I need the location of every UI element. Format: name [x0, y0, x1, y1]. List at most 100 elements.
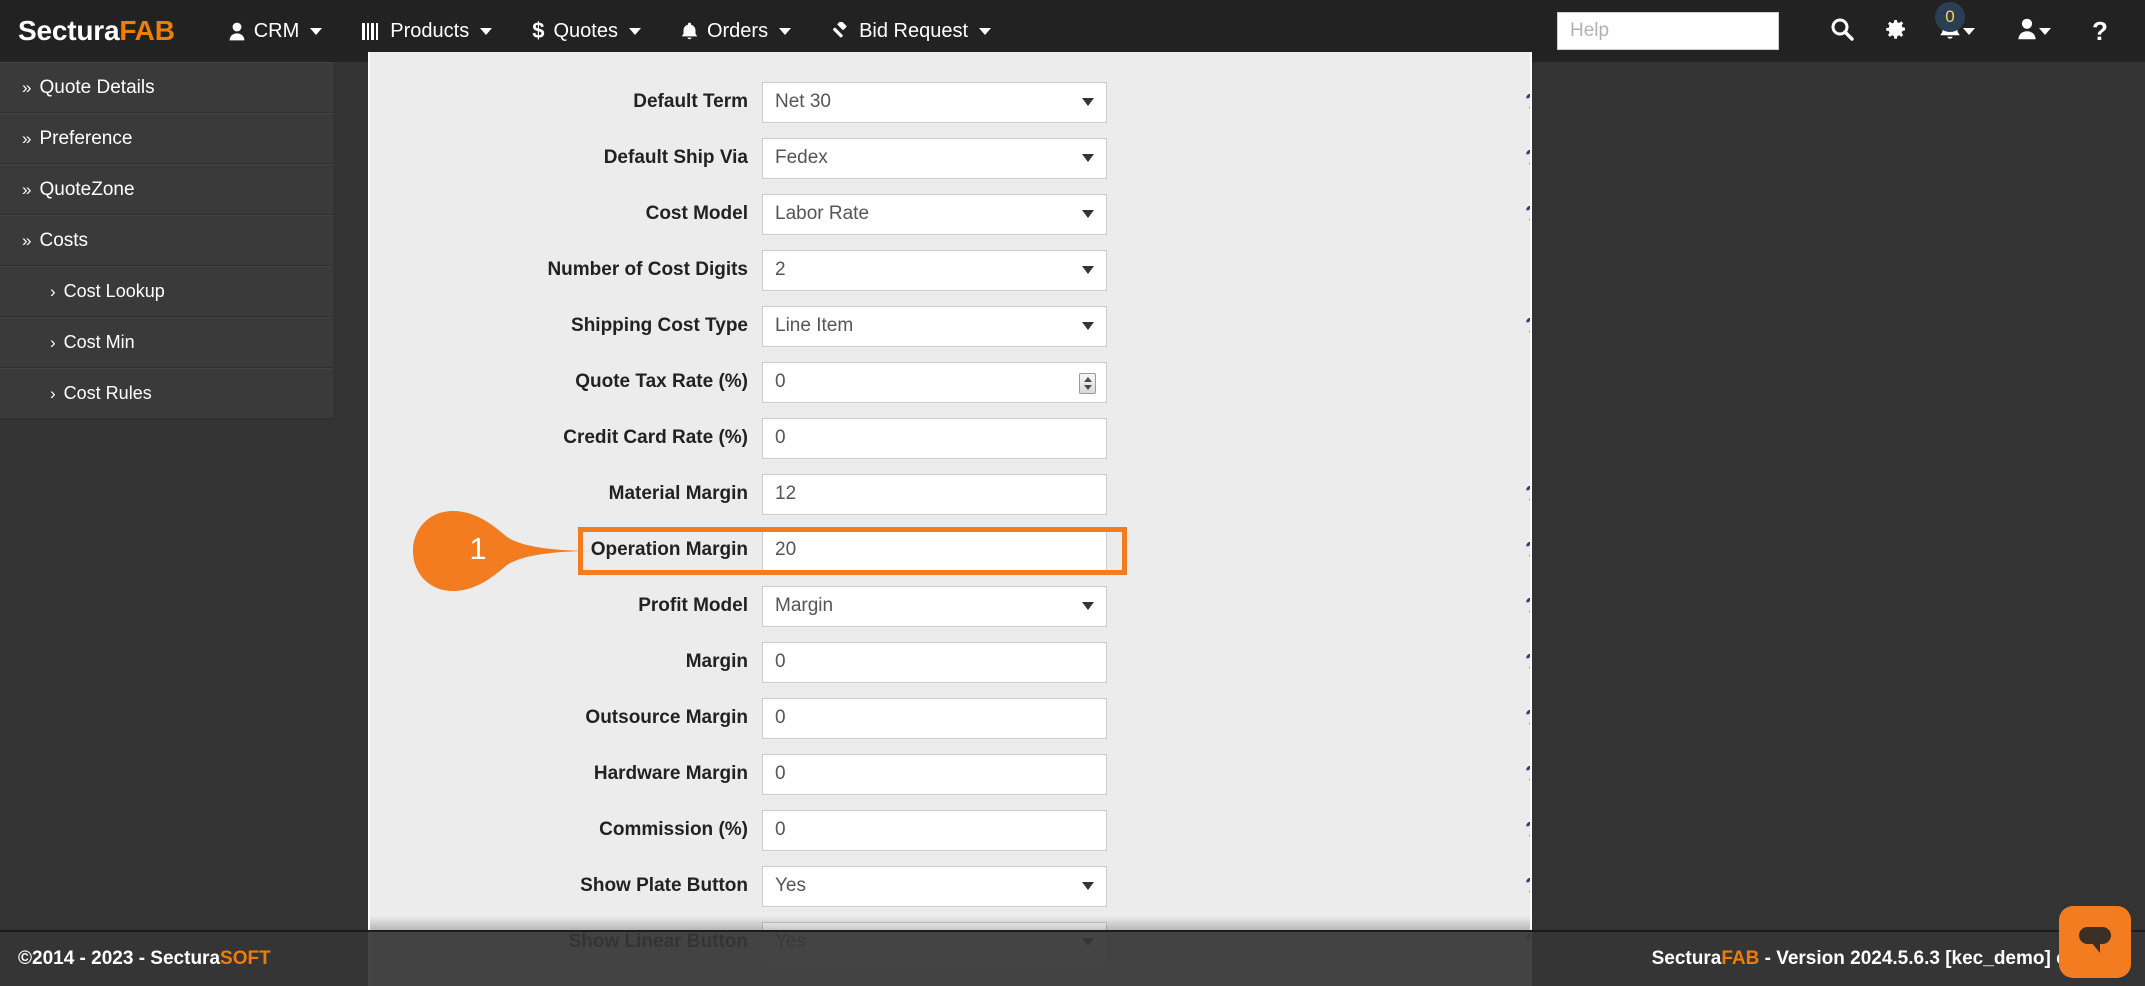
help-icon-hardware-margin[interactable]: ? [1525, 761, 1530, 787]
input-hardware-margin[interactable]: 0 [762, 753, 1107, 795]
sidebar-item-label: Cost Min [63, 332, 135, 352]
select-shipping-cost-type[interactable]: Line Item [762, 305, 1107, 347]
help-icon-default-term[interactable]: ? [1525, 89, 1530, 115]
user-icon [2017, 18, 2037, 45]
nav-item-label: Products [390, 19, 470, 42]
field-control-operation-margin: 20 [762, 529, 1107, 571]
form-row-number-of-cost-digits: Number of Cost Digits 2 [370, 242, 1530, 298]
form-row-show-plate-button: Show Plate Button Yes? [370, 858, 1530, 914]
notifications-button[interactable]: 0 [1923, 0, 1995, 62]
bell-icon [681, 22, 698, 41]
chevron-down-icon [1082, 154, 1094, 162]
sidebar-item-preference[interactable]: » Preference [0, 113, 333, 164]
select-value: Margin [775, 595, 834, 616]
barcode-icon [362, 22, 381, 40]
help-search-input[interactable] [1557, 12, 1779, 50]
select-profit-model[interactable]: Margin [762, 585, 1107, 627]
footer-soft-text: SOFT [220, 948, 271, 969]
double-chevron-right-icon: » [22, 179, 32, 199]
select-value: Yes [775, 875, 806, 896]
form-row-shipping-cost-type: Shipping Cost Type Line Item? [370, 298, 1530, 354]
select-default-term[interactable]: Net 30 [762, 81, 1107, 123]
help-icon-operation-margin[interactable]: ? [1525, 537, 1530, 563]
search-button[interactable] [1815, 0, 1869, 62]
settings-button[interactable] [1869, 0, 1923, 62]
nav-item-crm[interactable]: CRM [209, 0, 343, 62]
search-icon [1830, 17, 1854, 46]
select-show-plate-button[interactable]: Yes [762, 865, 1107, 907]
double-chevron-right-icon: » [22, 128, 32, 148]
chevron-down-icon [628, 27, 641, 35]
chevron-right-icon: › [50, 383, 56, 403]
sidebar-item-costs[interactable]: » Costs [0, 215, 333, 266]
input-margin[interactable]: 0 [762, 641, 1107, 683]
chevron-down-icon [1082, 266, 1094, 274]
chevron-right-icon: › [50, 332, 56, 352]
form-row-hardware-margin: Hardware Margin 0? [370, 746, 1530, 802]
nav-item-label: Orders [706, 19, 769, 42]
help-icon-outsource-margin[interactable]: ? [1525, 705, 1530, 731]
field-label-material-margin: Material Margin [608, 483, 748, 504]
field-control-shipping-cost-type: Line Item [762, 305, 1107, 347]
question-mark-icon: ? [2092, 15, 2108, 46]
input-material-margin[interactable]: 12 [762, 473, 1107, 515]
sidebar-item-cost-rules[interactable]: › Cost Rules [0, 368, 333, 419]
sidebar-item-quote-details[interactable]: » Quote Details [0, 62, 333, 113]
double-chevron-right-icon: » [22, 77, 32, 97]
app-brand-logo[interactable]: SecturaFAB [18, 15, 175, 47]
help-icon-commission[interactable]: ? [1525, 817, 1530, 843]
help-icon-profit-model[interactable]: ? [1525, 593, 1530, 619]
footer-copyright-text: ©2014 - 2023 - Sectura [18, 948, 221, 969]
spinner-stepper-quote-tax-rate[interactable] [1079, 372, 1096, 394]
help-icon-margin[interactable]: ? [1525, 649, 1530, 675]
form-row-quote-tax-rate: Quote Tax Rate (%) 0 [370, 354, 1530, 410]
help-icon-cost-model[interactable]: ? [1525, 201, 1530, 227]
select-cost-model[interactable]: Labor Rate [762, 193, 1107, 235]
field-control-credit-card-rate: 0 [762, 417, 1107, 459]
sidebar-item-label: Quote Details [39, 76, 155, 98]
chevron-down-icon [1082, 210, 1094, 218]
help-icon-shipping-cost-type[interactable]: ? [1525, 313, 1530, 339]
field-label-commission: Commission (%) [599, 819, 748, 840]
brand-prefix: Sectura [18, 15, 120, 46]
help-icon-material-margin[interactable]: ? [1525, 481, 1530, 507]
nav-item-label: CRM [253, 19, 300, 42]
notification-badge: 0 [1935, 2, 1965, 32]
input-operation-margin[interactable]: 20 [762, 529, 1107, 571]
help-icon-default-ship-via[interactable]: ? [1525, 145, 1530, 171]
select-default-ship-via[interactable]: Fedex [762, 137, 1107, 179]
chevron-down-icon [1082, 322, 1094, 330]
chevron-down-icon[interactable] [1083, 384, 1092, 390]
sidebar-item-label: Costs [39, 229, 89, 251]
field-label-shipping-cost-type: Shipping Cost Type [571, 315, 748, 336]
sidebar-item-cost-min[interactable]: › Cost Min [0, 317, 333, 368]
help-button[interactable]: ? [2073, 0, 2127, 62]
field-label-number-of-cost-digits: Number of Cost Digits [547, 259, 748, 280]
chevron-down-icon [1082, 602, 1094, 610]
account-button[interactable] [1995, 0, 2073, 62]
chevron-down-icon [979, 27, 992, 35]
nav-item-label: Quotes [553, 19, 618, 42]
sidebar-item-label: Cost Lookup [63, 281, 165, 301]
sidebar-item-cost-lookup[interactable]: › Cost Lookup [0, 266, 333, 317]
chevron-down-icon [480, 27, 493, 35]
chevron-down-icon [1963, 27, 1975, 35]
select-value: Line Item [775, 315, 854, 336]
field-label-show-plate-button: Show Plate Button [580, 875, 748, 896]
sidebar-item-label: Cost Rules [63, 383, 152, 403]
help-icon-show-plate-button[interactable]: ? [1525, 873, 1530, 899]
input-quote-tax-rate[interactable]: 0 [762, 361, 1107, 403]
input-outsource-margin[interactable]: 0 [762, 697, 1107, 739]
field-control-profit-model: Margin [762, 585, 1107, 627]
sidebar-navigation: » Quote Details » Preference » QuoteZone » Cost… [0, 62, 333, 986]
callout-number: 1 [469, 531, 487, 566]
select-value: Labor Rate [775, 203, 870, 224]
chat-widget-button[interactable] [2059, 906, 2131, 978]
input-commission[interactable]: 0 [762, 809, 1107, 851]
footer-version-info: SecturaFAB - Version 2024.5.6.3 [kec_dem… [1652, 948, 2111, 970]
select-value: Net 30 [775, 91, 831, 112]
input-credit-card-rate[interactable]: 0 [762, 417, 1107, 459]
sidebar-item-quotezone[interactable]: » QuoteZone [0, 164, 333, 215]
chevron-up-icon[interactable] [1083, 376, 1092, 382]
select-number-of-cost-digits[interactable]: 2 [762, 249, 1107, 291]
